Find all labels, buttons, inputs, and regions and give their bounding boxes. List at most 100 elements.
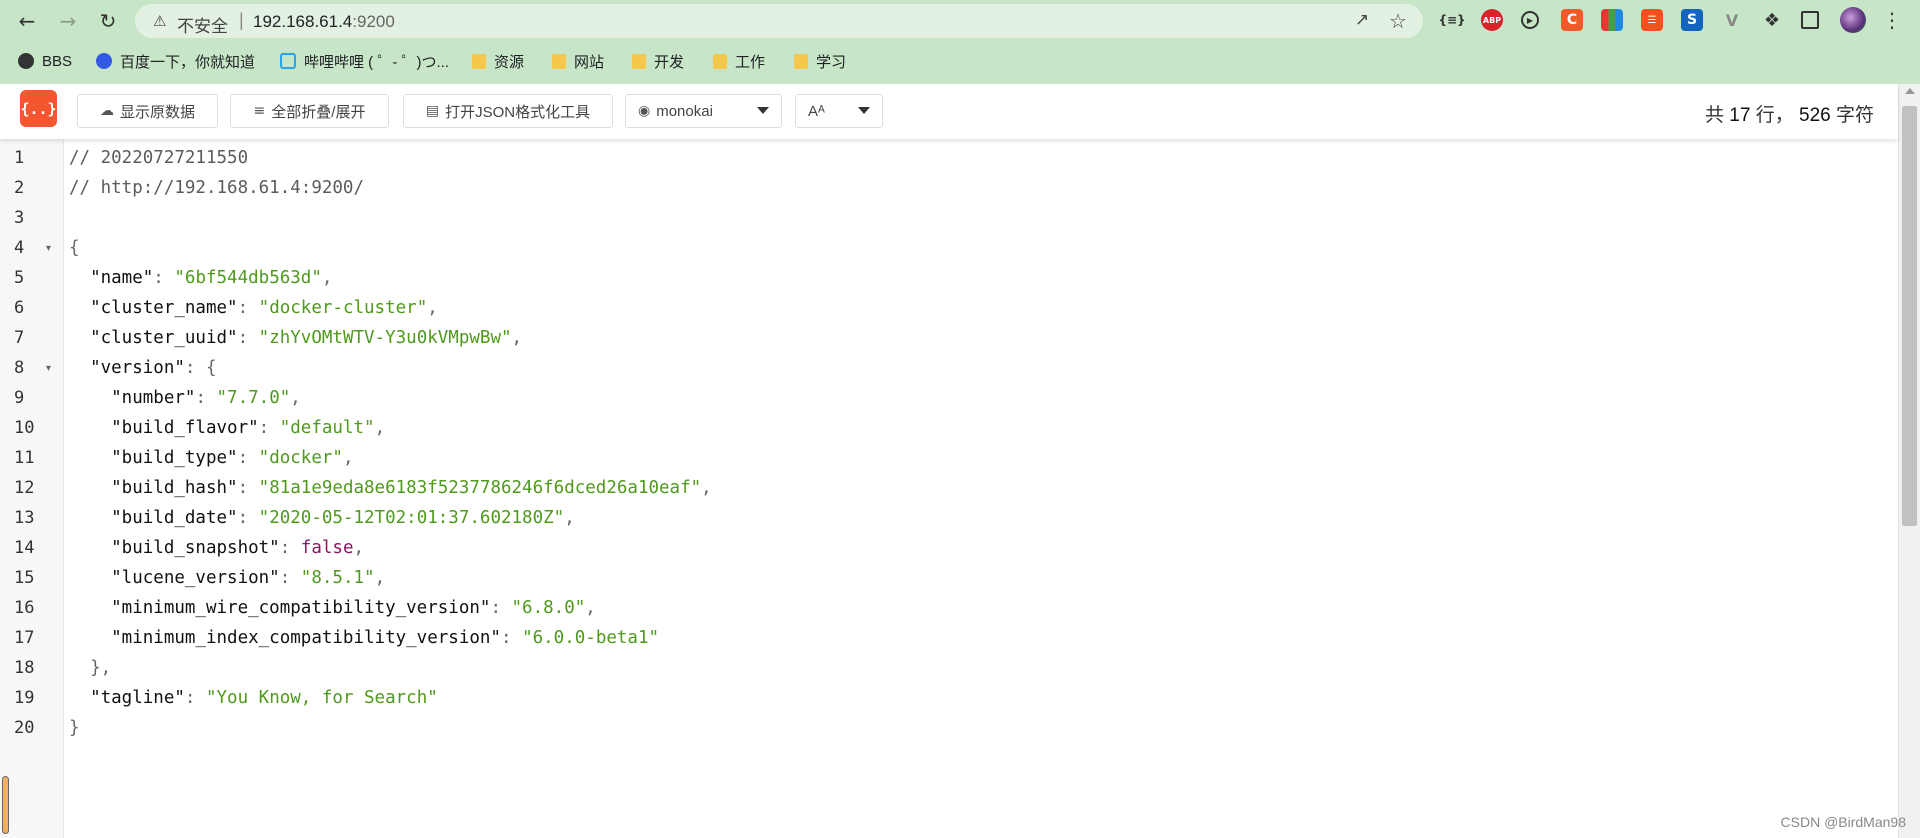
caret-down-icon: [757, 107, 769, 114]
security-label[interactable]: 不安全: [177, 12, 228, 37]
code-token-punct: :: [258, 418, 280, 438]
code-line: "build_date": "2020-05-12T02:01:37.60218…: [69, 503, 575, 533]
code-line: "build_type": "docker",: [69, 443, 354, 473]
line-number: 8: [14, 358, 25, 378]
code-line: }: [69, 713, 80, 743]
bookmark-folder-study[interactable]: 学习: [794, 48, 846, 74]
code-token-key: "minimum_wire_compatibility_version": [69, 598, 491, 618]
code-token-key: "number": [69, 388, 196, 408]
bilibili-tv-icon: [280, 53, 296, 69]
notes-extension-icon[interactable]: ☰: [1641, 9, 1663, 31]
folder-icon: [472, 53, 486, 69]
code-area[interactable]: // 20220727211550 // http://192.168.61.4:…: [69, 139, 1879, 838]
code-token-punct: ,: [511, 328, 523, 348]
theme-select[interactable]: ◉ monokai: [625, 94, 782, 128]
code-token-punct: :: [237, 298, 259, 318]
csdn-extension-icon[interactable]: C: [1561, 9, 1583, 31]
side-panel-icon[interactable]: [1801, 11, 1819, 29]
url-text[interactable]: 192.168.61.4:9200: [253, 12, 395, 32]
bookmark-folder-dev[interactable]: 开发: [632, 48, 684, 74]
code-token-str: "2020-05-12T02:01:37.602180Z": [258, 508, 565, 528]
side-drawer-handle[interactable]: [2, 776, 9, 834]
json-viewer-logo[interactable]: {..}: [20, 90, 57, 127]
play-extension-icon[interactable]: ▶: [1521, 11, 1539, 29]
code-token-punct: ,: [564, 508, 575, 528]
fold-all-label: 全部折叠/展开: [271, 103, 366, 121]
code-line: "version": {: [69, 353, 217, 383]
bookmark-baidu[interactable]: 百度一下，你就知道: [96, 48, 255, 74]
fold-toggle-icon[interactable]: ▾: [46, 243, 51, 254]
code-token-bool: false: [300, 538, 354, 558]
bookmark-folder-sites[interactable]: 网站: [552, 48, 604, 74]
vertical-scrollbar[interactable]: [1898, 84, 1920, 838]
code-token-str: "You Know, for Search": [205, 688, 438, 708]
char-count: 526: [1799, 105, 1831, 126]
bookmark-star-icon[interactable]: ☆: [1387, 9, 1409, 33]
code-token-key: "name": [69, 268, 154, 288]
fold-toggle-icon[interactable]: ▾: [46, 363, 51, 374]
code-token-key: "minimum_index_compatibility_version": [69, 628, 501, 648]
show-raw-button[interactable]: ☁ 显示原数据: [77, 94, 218, 128]
code-line: "cluster_name": "docker-cluster",: [69, 293, 438, 323]
caret-down-icon: [858, 107, 870, 114]
bookmark-bilibili[interactable]: 哔哩哔哩 ( ゜- ゜)つ...: [280, 48, 449, 74]
code-token-key: "version": [69, 358, 185, 378]
bookmark-label: BBS: [42, 52, 73, 70]
line-number: 12: [14, 478, 35, 498]
code-token-punct: ,: [374, 418, 386, 438]
theme-select-value: monokai: [656, 102, 713, 120]
extensions-puzzle-icon[interactable]: ❖: [1761, 9, 1783, 31]
adblock-plus-icon[interactable]: ABP: [1481, 9, 1503, 31]
code-line: {: [69, 233, 80, 263]
kebab-menu-icon[interactable]: ⋮: [1882, 8, 1902, 32]
code-line: "name": "6bf544db563d",: [69, 263, 332, 293]
s-extension-icon[interactable]: S: [1681, 9, 1703, 31]
code-line: // http://192.168.61.4:9200/: [69, 173, 364, 203]
code-token-str: "6.8.0": [511, 598, 586, 618]
bookmark-folder-work[interactable]: 工作: [713, 48, 765, 74]
font-size-select[interactable]: Aᴬ: [795, 94, 883, 128]
code-token-punct: ,: [342, 448, 354, 468]
code-line: "tagline": "You Know, for Search": [69, 683, 438, 713]
globe-icon: [18, 53, 34, 69]
code-token-punct: {: [69, 238, 80, 258]
line-number: 7: [14, 328, 25, 348]
fold-all-button[interactable]: ≡ 全部折叠/展开: [230, 94, 389, 128]
vue-devtools-icon[interactable]: V: [1721, 9, 1743, 31]
code-token-key: "build_snapshot": [69, 538, 280, 558]
line-number: 18: [14, 658, 35, 678]
code-line: "minimum_wire_compatibility_version": "6…: [69, 593, 596, 623]
reload-icon[interactable]: ↻: [94, 7, 122, 35]
fold-tree-icon: ≡: [253, 103, 266, 119]
code-token-key: "build_type": [69, 448, 238, 468]
address-bar[interactable]: ⚠ 不安全 | 192.168.61.4:9200 ↗ ☆: [135, 4, 1423, 38]
line-number: 9: [14, 388, 25, 408]
folder-icon: [552, 53, 566, 69]
json-extension-icon[interactable]: {≡}: [1438, 9, 1465, 31]
profile-avatar[interactable]: [1840, 7, 1866, 33]
bookmark-label: 哔哩哔哩 ( ゜- ゜)つ...: [304, 53, 449, 71]
line-number: 5: [14, 268, 25, 288]
browser-chrome: ← → ↻ ⚠ 不安全 | 192.168.61.4:9200 ↗ ☆ {≡} …: [0, 0, 1920, 84]
share-icon[interactable]: ↗: [1351, 10, 1373, 32]
json-file-icon: ▤: [425, 103, 440, 119]
line-number: 10: [14, 418, 35, 438]
bookmark-bbs[interactable]: BBS: [18, 48, 72, 74]
code-token-punct: : {: [184, 358, 217, 378]
code-token-punct: :: [279, 538, 301, 558]
bookmark-label: 资源: [494, 53, 525, 71]
bookmark-folder-resources[interactable]: 资源: [472, 48, 524, 74]
open-format-tool-button[interactable]: ▤ 打开JSON格式化工具: [403, 94, 613, 128]
code-token-punct: :: [153, 268, 175, 288]
code-token-key: "build_flavor": [69, 418, 259, 438]
code-token-key: "cluster_name": [69, 298, 238, 318]
scroll-up-arrow-icon[interactable]: [1905, 88, 1915, 94]
forward-arrow-icon[interactable]: →: [54, 7, 82, 35]
scrollbar-thumb[interactable]: [1902, 106, 1917, 526]
back-arrow-icon[interactable]: ←: [13, 7, 41, 35]
warning-triangle-icon[interactable]: ⚠: [153, 12, 166, 30]
line-number: 14: [14, 538, 35, 558]
code-token-key: "build_date": [69, 508, 238, 528]
code-token-comment: // http://192.168.61.4:9200/: [69, 178, 365, 198]
grid-extension-icon[interactable]: [1601, 9, 1623, 31]
